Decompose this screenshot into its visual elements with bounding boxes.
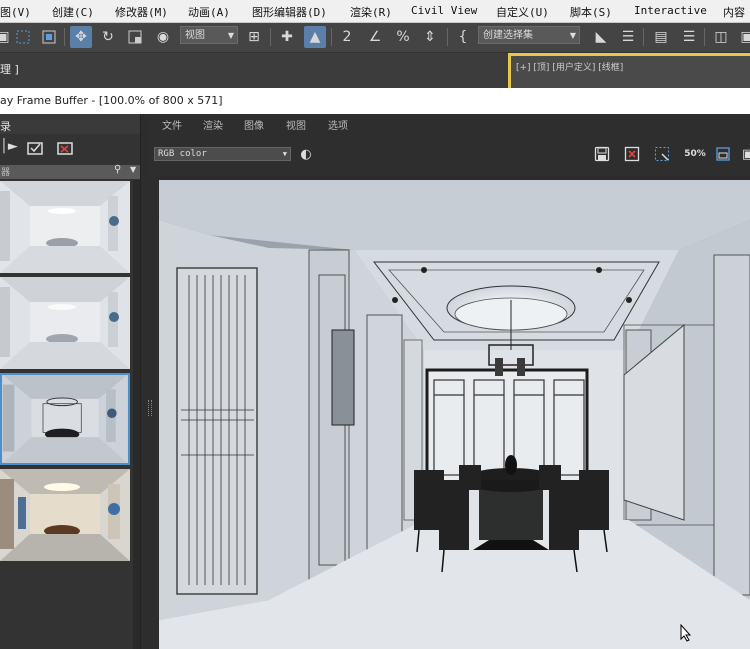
rendered-image: [159, 180, 750, 649]
ribbon-strip: 理 ]: [0, 53, 508, 88]
save-icon[interactable]: [592, 144, 612, 164]
layers-icon[interactable]: ☰: [678, 26, 700, 48]
history-thumbnail[interactable]: [0, 181, 130, 273]
chevron-down-icon: ▼: [282, 150, 287, 158]
link-icon[interactable]: ▣: [738, 144, 750, 164]
window-crossing-icon[interactable]: [38, 26, 60, 48]
layer-explorer-icon[interactable]: ▤: [650, 26, 672, 48]
history-scrollbar[interactable]: [133, 180, 140, 649]
compare-icon[interactable]: │►: [0, 139, 18, 159]
ribbon-label: 理 ]: [0, 63, 19, 76]
select-manipulate-icon[interactable]: ✚: [276, 26, 298, 48]
menu-animation[interactable]: 动画(A): [188, 4, 230, 20]
history-thumbnail-selected[interactable]: [0, 373, 130, 465]
render-canvas: [159, 180, 750, 649]
menu-bar: 图(V) 创建(C) 修改器(M) 动画(A) 图形编辑器(D) 渲染(R) C…: [0, 0, 750, 23]
mouse-cursor: [680, 623, 692, 645]
main-toolbar: ▣ ✥ ↻ ◉ 视图 ▼ ⊞ ✚ ▲ 2 ∠ % ⇕ { 创建选择集 ▼ ◣ ☰ ▤…: [0, 23, 750, 53]
history-panel: 录 │► 器 ⚲ ▼: [0, 114, 148, 649]
menu-rendering[interactable]: 渲染(R): [350, 4, 392, 20]
rotate-icon[interactable]: ↻: [97, 26, 119, 48]
vfb-menu-view[interactable]: 视图: [286, 117, 306, 132]
remove-history-icon[interactable]: [56, 138, 76, 159]
clear-icon[interactable]: [622, 144, 642, 164]
keyboard-shortcut-icon[interactable]: ▲: [304, 26, 326, 48]
mirror-icon[interactable]: ◣: [590, 26, 612, 48]
frame-buffer-title-bar: ay Frame Buffer - [100.0% of 800 x 571]: [0, 88, 750, 114]
schematic-view-icon[interactable]: ◫: [710, 26, 732, 48]
search-icon[interactable]: ⚲: [114, 164, 121, 175]
vfb-menu-image[interactable]: 图像: [244, 117, 264, 132]
history-panel-header: 录: [0, 114, 148, 134]
reference-coordinate-select[interactable]: 视图 ▼: [180, 26, 238, 44]
color-picker-icon[interactable]: ◐: [296, 144, 316, 164]
zoom-label[interactable]: 50%: [683, 144, 707, 164]
frame-buffer-title: ay Frame Buffer - [100.0% of 800 x 571]: [0, 94, 223, 107]
menu-customize[interactable]: 自定义(U): [496, 4, 549, 20]
place-icon[interactable]: ◉: [152, 26, 174, 48]
menu-scripting[interactable]: 脚本(S): [570, 4, 612, 20]
scale-icon[interactable]: [124, 26, 146, 48]
channel-select[interactable]: RGB color ▼: [154, 147, 291, 161]
named-selection-set-select[interactable]: 创建选择集 ▼: [478, 26, 580, 44]
percent-snap-icon[interactable]: %: [392, 26, 414, 48]
menu-create[interactable]: 创建(C): [52, 4, 94, 20]
rect-select-icon[interactable]: [12, 26, 34, 48]
region-render-icon[interactable]: [652, 144, 672, 164]
history-thumbnail[interactable]: [0, 469, 130, 561]
chevron-down-icon[interactable]: ▼: [130, 165, 136, 174]
history-toolbar: │►: [0, 134, 148, 164]
history-filter-input[interactable]: 器 ⚲ ▼: [0, 164, 140, 179]
move-icon[interactable]: ✥: [70, 26, 92, 48]
menu-modifiers[interactable]: 修改器(M): [115, 4, 168, 20]
menu-civil-view[interactable]: Civil View: [411, 4, 477, 17]
vfb-menu-render[interactable]: 渲染: [203, 117, 223, 132]
splitter-grip[interactable]: [148, 400, 152, 416]
snaps-toggle-icon[interactable]: 2: [336, 26, 358, 48]
save-to-history-icon[interactable]: [26, 138, 46, 159]
panel-splitter[interactable]: [140, 114, 160, 649]
fit-window-icon[interactable]: [713, 144, 733, 164]
history-panel-title: 录: [0, 120, 11, 133]
spinner-snap-icon[interactable]: ⇕: [419, 26, 441, 48]
menu-view[interactable]: 图(V): [0, 4, 31, 20]
frame-buffer-menu: 文件 渲染 图像 视图 选项: [150, 114, 750, 134]
vfb-menu-options[interactable]: 选项: [328, 117, 348, 132]
vfb-menu-file[interactable]: 文件: [162, 117, 182, 132]
history-thumbnail[interactable]: [0, 277, 130, 369]
pivot-icon[interactable]: ⊞: [243, 26, 265, 48]
named-selection-icon[interactable]: {: [452, 26, 474, 48]
angle-snap-icon[interactable]: ∠: [364, 26, 386, 48]
menu-content[interactable]: 内容: [723, 4, 745, 20]
align-icon[interactable]: ☰: [617, 26, 639, 48]
viewport-label[interactable]: [+] [顶] [用户定义] [线框]: [516, 60, 623, 73]
viewport-label-bar[interactable]: [+] [顶] [用户定义] [线框]: [508, 53, 750, 88]
menu-graph-editors[interactable]: 图形编辑器(D): [252, 4, 327, 20]
menu-interactive[interactable]: Interactive: [634, 4, 707, 17]
material-editor-icon[interactable]: ▣: [736, 26, 750, 48]
